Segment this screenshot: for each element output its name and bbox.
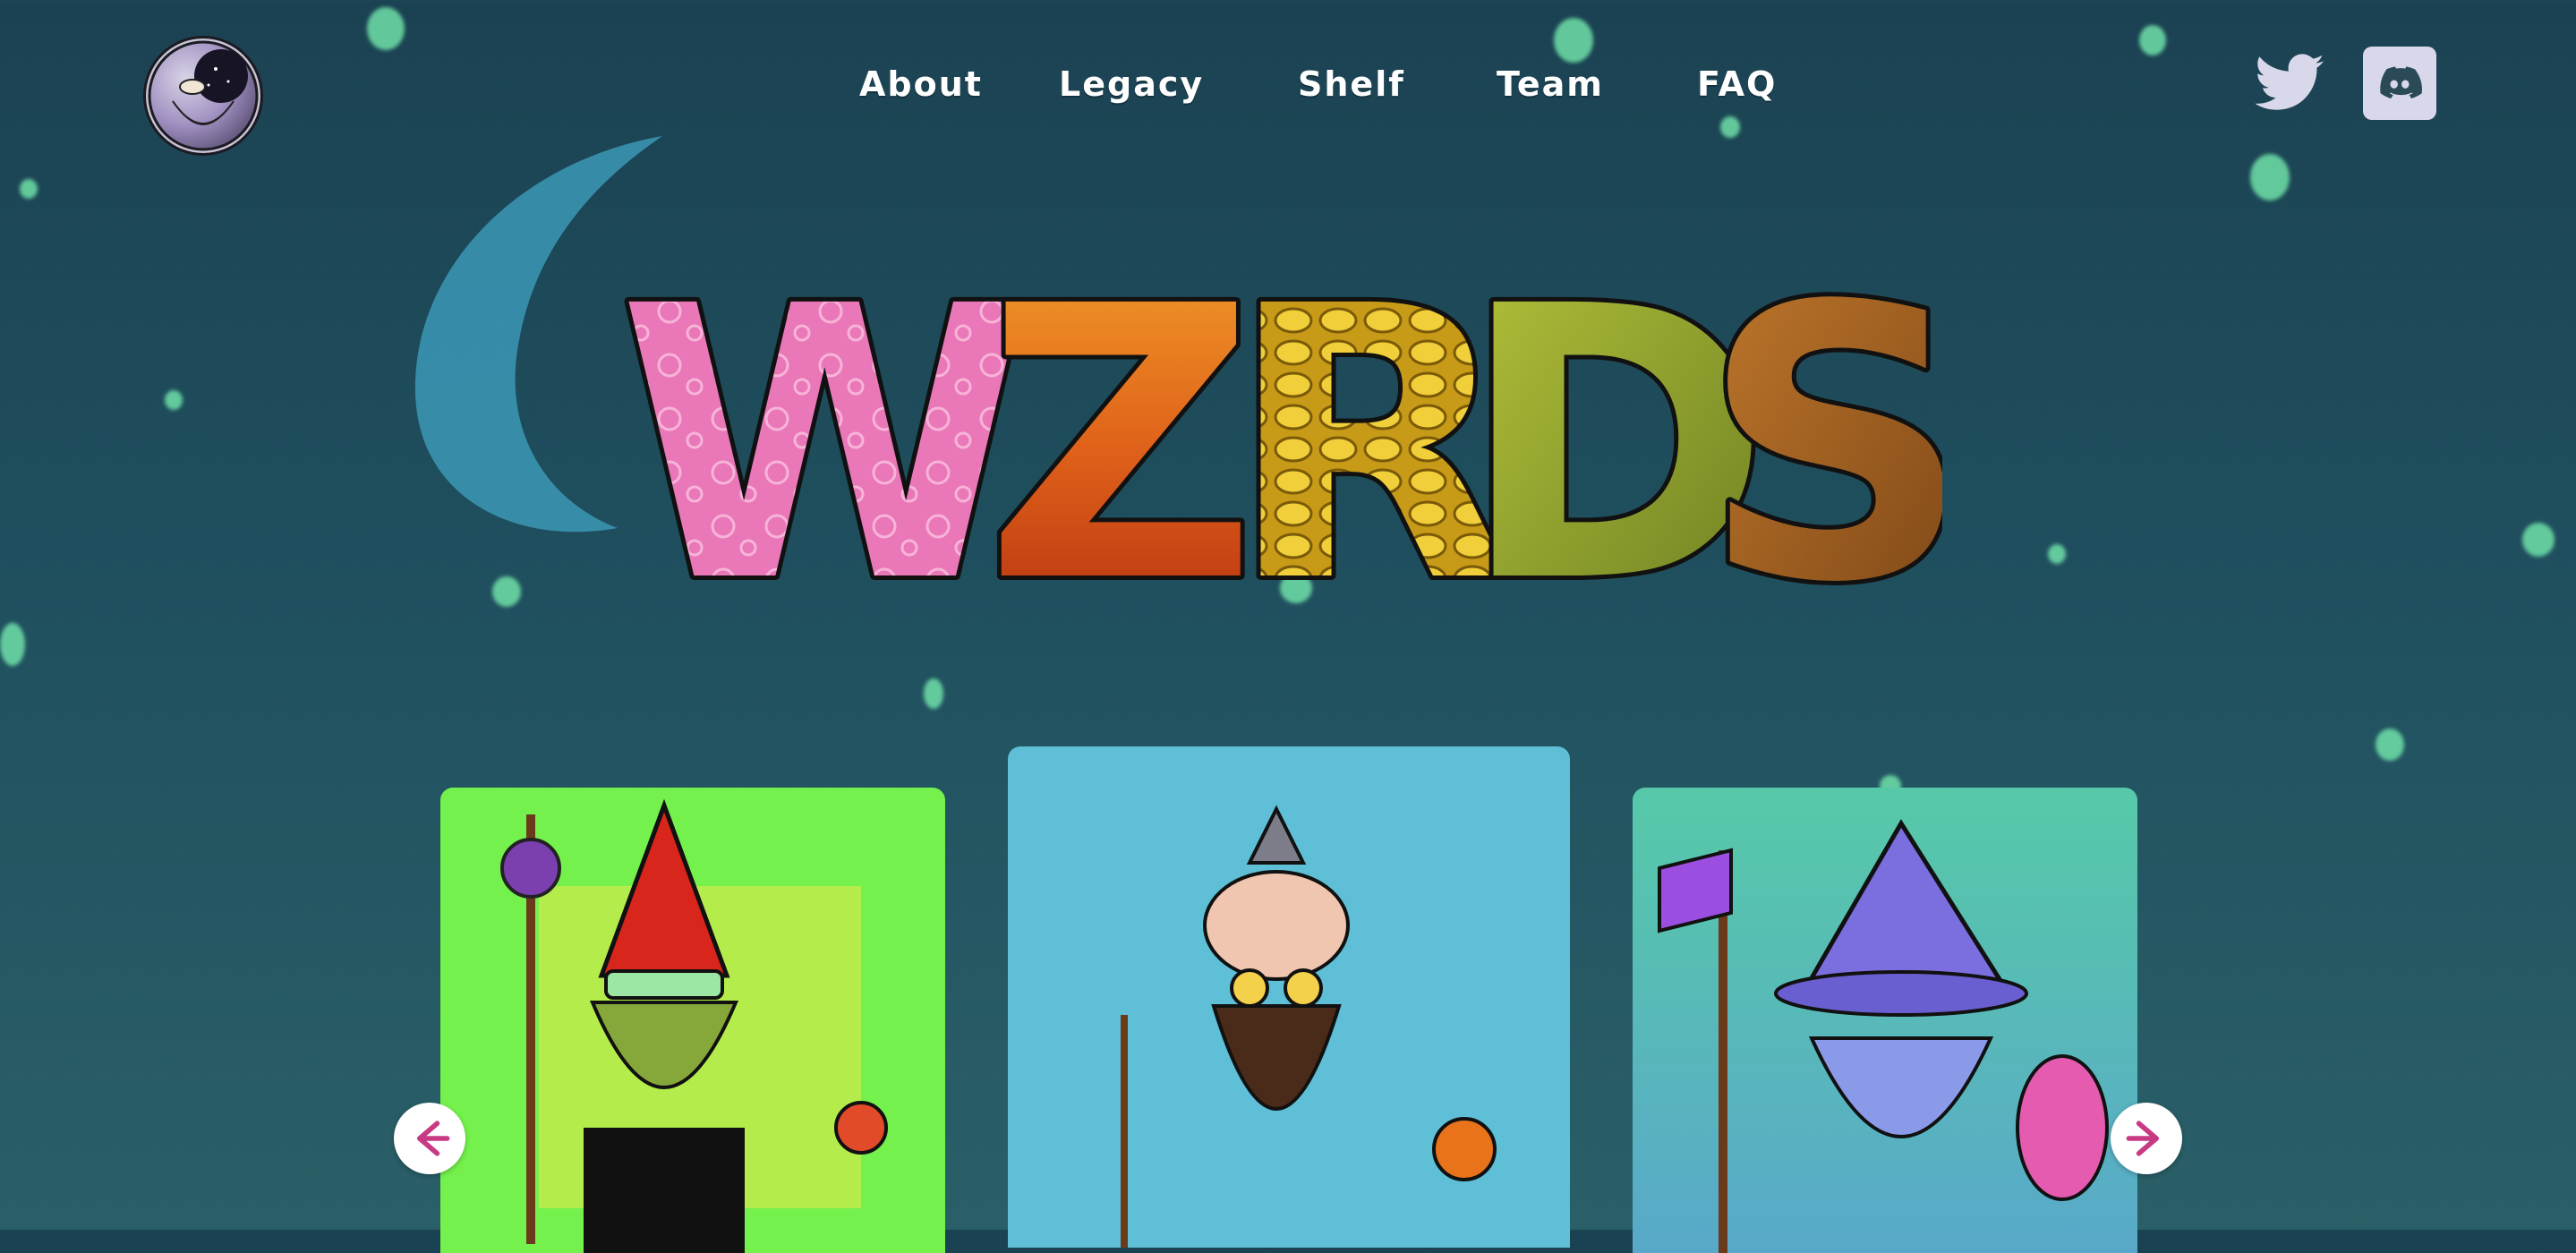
title-letter-z: Z	[985, 240, 1258, 598]
title-letter-w: W	[618, 240, 1032, 598]
main-nav: About Legacy Shelf Team FAQ	[859, 64, 1775, 104]
firefly-dot	[2048, 544, 2066, 564]
nav-team-link[interactable]: Team	[1497, 64, 1602, 104]
firefly-dot	[1720, 116, 1740, 138]
firefly-dot	[2522, 523, 2555, 557]
nav-about-link[interactable]: About	[859, 64, 981, 104]
arrow-left-icon	[417, 1121, 450, 1156]
nft-card-purple-hat-wizard[interactable]	[1633, 788, 2137, 1253]
firefly-dot	[924, 678, 943, 709]
firefly-dot	[1554, 18, 1593, 63]
carousel-prev-button[interactable]	[394, 1103, 465, 1174]
nft-card-gnome-wizard[interactable]	[440, 788, 945, 1253]
firefly-dot	[367, 7, 405, 50]
firefly-dot	[20, 179, 38, 199]
nav-shelf-link[interactable]: Shelf	[1298, 64, 1403, 104]
firefly-dot	[2139, 25, 2166, 55]
firefly-dot	[2376, 729, 2404, 761]
firefly-dot	[0, 623, 25, 666]
twitter-icon[interactable]	[2252, 47, 2327, 122]
firefly-dot	[2250, 154, 2290, 200]
wizard-avatar-logo-icon[interactable]	[143, 36, 263, 156]
firefly-dot	[165, 390, 183, 410]
discord-icon[interactable]	[2363, 47, 2436, 120]
nav-legacy-link[interactable]: Legacy	[1059, 64, 1202, 104]
arrow-right-icon	[2126, 1121, 2159, 1156]
title-letter-s: S	[1701, 240, 1942, 598]
nft-card-bearded-wizard[interactable]	[1008, 746, 1570, 1248]
nav-faq-link[interactable]: FAQ	[1697, 64, 1775, 104]
wzrds-title-logo: W Z R D S	[613, 240, 1942, 598]
carousel-next-button[interactable]	[2111, 1103, 2182, 1174]
